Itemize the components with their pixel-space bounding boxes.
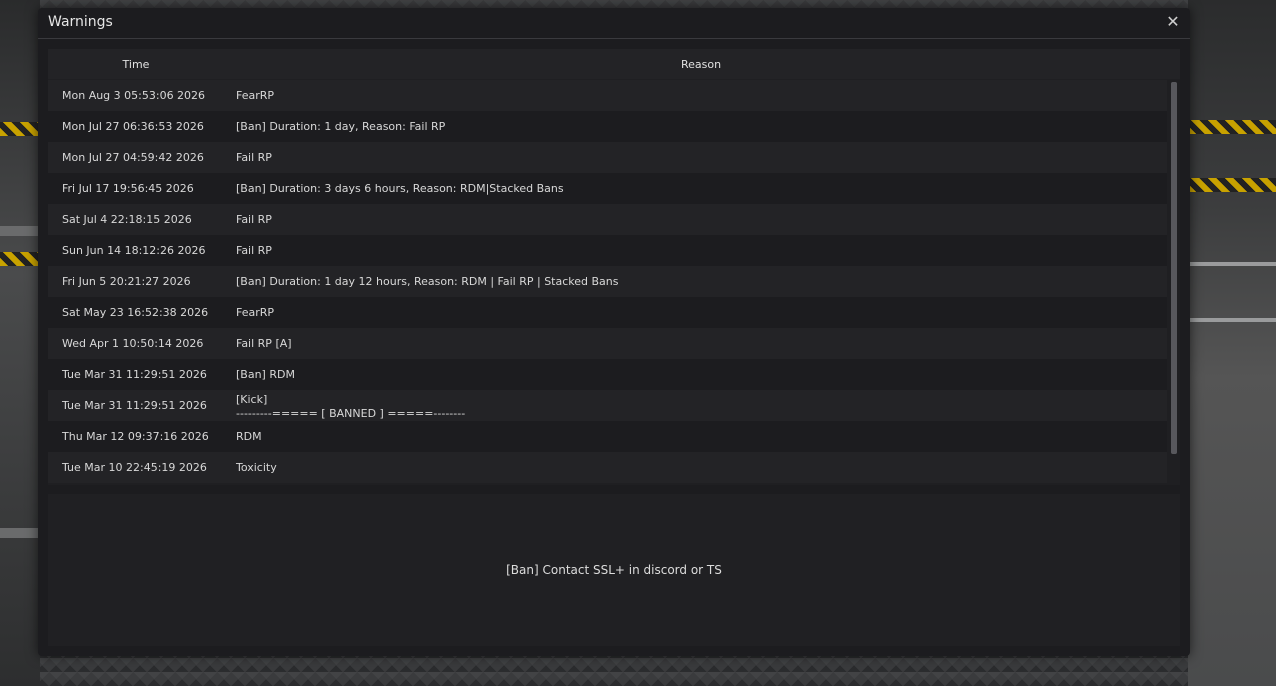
table-header: Time Reason [48,49,1180,79]
cell-time: Fri Jun 5 20:21:27 2026 [62,275,191,288]
table-row[interactable]: Mon Aug 3 05:53:06 2026 FearRP [48,80,1167,111]
background-left-wall [0,0,40,686]
cell-time: Sat Jul 4 22:18:15 2026 [62,213,192,226]
background-rail [1188,262,1276,266]
background-rail [1188,318,1276,322]
table-row[interactable]: Mon Jul 27 06:36:53 2026 [Ban] Duration:… [48,111,1167,142]
cell-reason: FearRP [236,89,275,102]
cell-time: Mon Jul 27 04:59:42 2026 [62,151,204,164]
cell-reason: [Ban] Duration: 3 days 6 hours, Reason: … [236,182,564,195]
cell-time: Sun Jun 14 18:12:26 2026 [62,244,206,257]
table-scrollbar[interactable] [1171,82,1177,454]
scrollbar-thumb[interactable] [1171,82,1177,454]
background-hazard-stripe [1188,120,1276,134]
cell-reason: [Kick] ---------===== [ BANNED ] =====--… [236,393,466,420]
cell-reason: FearRP [236,306,275,319]
cell-reason: RDM [236,430,262,443]
cell-time: Thu Mar 12 09:37:16 2026 [62,430,209,443]
warnings-table: Time Reason Mon Aug 3 05:53:06 2026 Fear… [48,49,1180,485]
cell-reason: Fail RP [236,151,272,164]
table-row[interactable]: Tue Mar 10 22:45:19 2026 Toxicity [48,452,1167,483]
table-row[interactable]: Sat Jul 4 22:18:15 2026 Fail RP [48,204,1167,235]
background-right-wall [1188,0,1276,686]
cell-reason: Fail RP [A] [236,337,292,350]
cell-time: Tue Mar 31 11:29:51 2026 [62,368,207,381]
table-body: Mon Aug 3 05:53:06 2026 FearRP Mon Jul 2… [48,80,1167,483]
table-row[interactable]: Tue Mar 31 11:29:51 2026 [Ban] RDM [48,359,1167,390]
cell-time: Wed Apr 1 10:50:14 2026 [62,337,204,350]
cell-time: Mon Jul 27 06:36:53 2026 [62,120,204,133]
table-row[interactable]: Fri Jul 17 19:56:45 2026 [Ban] Duration:… [48,173,1167,204]
cell-time: Tue Mar 10 22:45:19 2026 [62,461,207,474]
cell-reason: Fail RP [236,213,272,226]
background-rail [0,528,40,538]
close-icon[interactable]: ✕ [1164,13,1182,31]
cell-reason: [Ban] Duration: 1 day, Reason: Fail RP [236,120,446,133]
cell-reason: [Ban] Duration: 1 day 12 hours, Reason: … [236,275,619,288]
background-hazard-stripe [0,252,40,266]
table-row[interactable]: Wed Apr 1 10:50:14 2026 Fail RP [A] [48,328,1167,359]
cell-time: Fri Jul 17 19:56:45 2026 [62,182,194,195]
warning-detail-text: [Ban] Contact SSL+ in discord or TS [506,563,722,577]
table-row[interactable]: Sun Jun 14 18:12:26 2026 Fail RP [48,235,1167,266]
table-row[interactable]: Thu Mar 12 09:37:16 2026 RDM [48,421,1167,452]
cell-reason: Toxicity [236,461,277,474]
cell-time: Mon Aug 3 05:53:06 2026 [62,89,206,102]
window-titlebar: Warnings ✕ [38,8,1190,39]
background-hazard-stripe [0,122,40,136]
table-row[interactable]: Sat May 23 16:52:38 2026 FearRP [48,297,1167,328]
cell-time: Tue Mar 31 11:29:51 2026 [62,399,207,412]
warning-detail-panel: [Ban] Contact SSL+ in discord or TS [48,494,1180,646]
cell-reason: Fail RP [236,244,272,257]
table-row[interactable]: Fri Jun 5 20:21:27 2026 [Ban] Duration: … [48,266,1167,297]
column-header-time[interactable]: Time [48,58,224,71]
warnings-window: Warnings ✕ Time Reason Mon Aug 3 05:53:0… [38,8,1190,656]
cell-reason: [Ban] RDM [236,368,295,381]
table-row[interactable]: Tue Mar 31 11:29:51 2026 [Kick] --------… [48,390,1167,421]
cell-time: Sat May 23 16:52:38 2026 [62,306,209,319]
table-row[interactable]: Mon Jul 27 04:59:42 2026 Fail RP [48,142,1167,173]
background-rail [0,226,40,236]
background-hazard-stripe [1188,178,1276,192]
window-title: Warnings [48,14,113,30]
column-header-reason[interactable]: Reason [224,58,1178,71]
